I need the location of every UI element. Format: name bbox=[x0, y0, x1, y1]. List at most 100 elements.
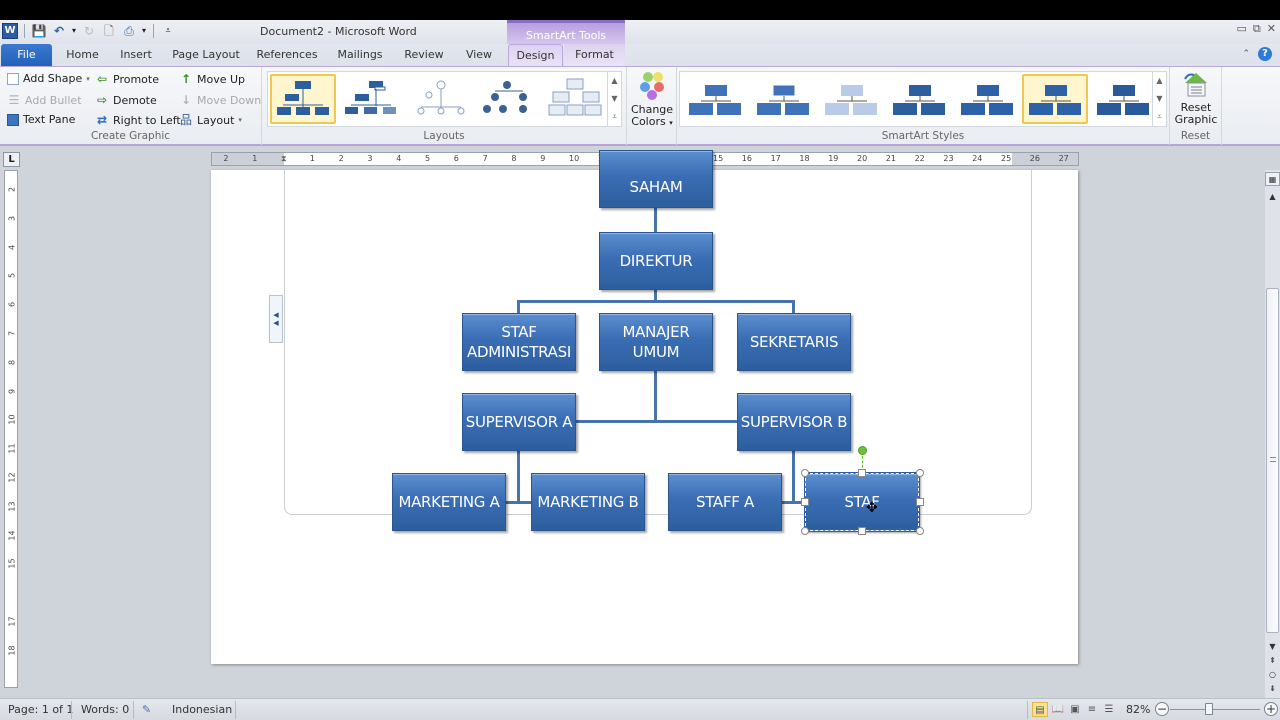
tab-file[interactable]: File bbox=[1, 44, 52, 66]
vertical-scrollbar[interactable]: ▦ ▲ ▼ ⇞ ○ ⇟ bbox=[1265, 170, 1280, 700]
zoom-in-button[interactable]: + bbox=[1264, 702, 1278, 716]
org-node-marketing-a[interactable]: MARKETING A bbox=[392, 473, 506, 531]
zoom-out-button[interactable]: − bbox=[1155, 702, 1169, 716]
smartart-style-5[interactable] bbox=[954, 74, 1020, 124]
reset-graphic-button[interactable]: Reset Graphic bbox=[1172, 71, 1220, 126]
resize-handle-w[interactable] bbox=[801, 498, 809, 506]
scrollbar-thumb[interactable] bbox=[1266, 288, 1279, 633]
resize-handle-n[interactable] bbox=[858, 469, 866, 477]
vertical-ruler[interactable]: 2 3 4 5 6 7 8 9 10 11 12 13 14 15 17 18 bbox=[4, 170, 18, 688]
org-node-supervisor-b[interactable]: SUPERVISOR B bbox=[737, 393, 851, 451]
org-node-top[interactable]: SAHAM bbox=[599, 150, 713, 208]
resize-handle-nw[interactable] bbox=[801, 469, 809, 477]
scroll-up-arrow-icon[interactable]: ▲ bbox=[1265, 190, 1280, 204]
move-down-button[interactable]: ↓ Move Down bbox=[179, 93, 261, 107]
gallery-more-icon[interactable]: ⩡ bbox=[1157, 112, 1162, 122]
tab-insert[interactable]: Insert bbox=[113, 44, 159, 66]
org-node-marketing-b[interactable]: MARKETING B bbox=[531, 473, 645, 531]
text-pane-toggle[interactable]: ◀ ◀ bbox=[269, 295, 283, 343]
resize-handle-s[interactable] bbox=[858, 527, 866, 535]
org-node-manajer-umum[interactable]: MANAJER UMUM bbox=[599, 313, 713, 371]
smartart-style-4[interactable] bbox=[886, 74, 952, 124]
browse-object-icon[interactable]: ○ bbox=[1265, 668, 1280, 682]
tab-page-layout[interactable]: Page Layout bbox=[170, 44, 242, 66]
smartart-style-1[interactable] bbox=[682, 74, 748, 124]
resize-handle-e[interactable] bbox=[916, 498, 924, 506]
change-colors-button[interactable]: Change Colors ▾ bbox=[630, 71, 674, 129]
layout-org-chart[interactable] bbox=[270, 74, 336, 124]
styles-gallery-scroll[interactable]: ▲ ▼ ⩡ bbox=[1152, 72, 1166, 126]
quick-print-icon[interactable]: ⎙ bbox=[121, 23, 137, 39]
text-pane-button[interactable]: Text Pane bbox=[7, 113, 75, 126]
layout-circle-picture-hierarchy[interactable] bbox=[406, 74, 472, 124]
indent-marker-icon[interactable]: ⧗ bbox=[281, 153, 287, 165]
smartart-style-2[interactable] bbox=[750, 74, 816, 124]
document-page[interactable]: ◀ ◀ SAHAM DIREKTUR STAF ADMINISTRASI MAN… bbox=[211, 150, 1078, 664]
outline-view-icon[interactable]: ≡ bbox=[1084, 702, 1100, 717]
close-icon[interactable]: ✕ bbox=[1267, 22, 1276, 36]
demote-button[interactable]: ⇨ Demote bbox=[95, 93, 157, 107]
zoom-slider-thumb[interactable] bbox=[1205, 703, 1213, 715]
add-bullet-button[interactable]: ☰ Add Bullet bbox=[7, 93, 82, 107]
word-logo-icon[interactable]: W bbox=[2, 23, 18, 39]
help-icon[interactable]: ? bbox=[1258, 47, 1272, 61]
word-count[interactable]: Words: 0 bbox=[81, 703, 129, 716]
smartart-style-3[interactable] bbox=[818, 74, 884, 124]
org-node-staf-administrasi[interactable]: STAF ADMINISTRASI bbox=[462, 313, 576, 371]
restore-icon[interactable]: ⧉ bbox=[1253, 22, 1261, 36]
save-icon[interactable]: 💾 bbox=[31, 23, 47, 39]
next-page-icon[interactable]: ⇟ bbox=[1265, 682, 1280, 696]
scroll-up-icon[interactable]: ▲ bbox=[1156, 76, 1162, 85]
tab-design[interactable]: Design bbox=[508, 44, 563, 67]
minimize-icon[interactable]: ▭ bbox=[1237, 22, 1247, 36]
new-document-icon[interactable]: 🗋 bbox=[101, 23, 117, 39]
smartart-style-7[interactable] bbox=[1090, 74, 1156, 124]
proofing-icon[interactable]: ✎ bbox=[142, 703, 151, 716]
minimize-ribbon-icon[interactable]: ⌃ bbox=[1242, 49, 1250, 59]
scroll-down-arrow-icon[interactable]: ▼ bbox=[1265, 640, 1280, 654]
promote-button[interactable]: ⇦ Promote bbox=[95, 72, 159, 86]
org-node-sekretaris[interactable]: SEKRETARIS bbox=[737, 313, 851, 371]
gallery-more-icon[interactable]: ⩡ bbox=[612, 112, 617, 122]
org-node-staf-selected[interactable]: STAF bbox=[804, 472, 920, 532]
rotate-handle[interactable] bbox=[858, 446, 867, 455]
qat-dropdown-icon[interactable]: ▾ bbox=[141, 23, 147, 39]
layouts-gallery-scroll[interactable]: ▲ ▼ ⩡ bbox=[607, 72, 621, 126]
layout-name-title-org-chart[interactable] bbox=[338, 74, 404, 124]
view-ruler-toggle-icon[interactable]: ▦ bbox=[1265, 172, 1280, 186]
layout-table-hierarchy[interactable] bbox=[542, 74, 608, 124]
tab-format[interactable]: Format bbox=[564, 44, 625, 66]
resize-handle-se[interactable] bbox=[916, 527, 924, 535]
smartart-style-6[interactable] bbox=[1022, 74, 1088, 124]
org-node-direktur[interactable]: DIREKTUR bbox=[599, 232, 713, 290]
tab-review[interactable]: Review bbox=[400, 44, 448, 66]
redo-icon[interactable]: ↻ bbox=[81, 23, 97, 39]
tab-selector[interactable]: L bbox=[3, 152, 20, 167]
layout-labeled-hierarchy[interactable] bbox=[474, 74, 540, 124]
customize-qat-icon[interactable]: ⩡ bbox=[160, 23, 176, 39]
resize-handle-ne[interactable] bbox=[916, 469, 924, 477]
print-layout-view-icon[interactable]: ▤ bbox=[1032, 702, 1048, 717]
org-node-staff-a[interactable]: STAFF A bbox=[668, 473, 782, 531]
move-up-button[interactable]: ↑ Move Up bbox=[179, 72, 245, 86]
org-node-supervisor-a[interactable]: SUPERVISOR A bbox=[462, 393, 576, 451]
zoom-level[interactable]: 82% bbox=[1126, 703, 1150, 716]
zoom-slider-track[interactable] bbox=[1170, 709, 1260, 710]
language[interactable]: Indonesian bbox=[172, 703, 232, 716]
tab-home[interactable]: Home bbox=[60, 44, 105, 66]
previous-page-icon[interactable]: ⇞ bbox=[1265, 654, 1280, 668]
web-layout-icon[interactable]: ▣ bbox=[1067, 702, 1083, 717]
page-count[interactable]: Page: 1 of 1 bbox=[8, 703, 73, 716]
add-shape-button[interactable]: Add Shape ▾ bbox=[7, 72, 90, 85]
scroll-up-icon[interactable]: ▲ bbox=[611, 76, 617, 85]
undo-icon[interactable]: ↶ bbox=[51, 23, 67, 39]
scroll-down-icon[interactable]: ▼ bbox=[1156, 94, 1162, 103]
tab-view[interactable]: View bbox=[458, 44, 500, 66]
right-to-left-button[interactable]: ⇄ Right to Left bbox=[95, 113, 181, 127]
full-screen-reading-icon[interactable]: 📖 bbox=[1050, 702, 1066, 717]
scroll-down-icon[interactable]: ▼ bbox=[611, 94, 617, 103]
tab-mailings[interactable]: Mailings bbox=[332, 44, 388, 66]
tab-references[interactable]: References bbox=[254, 44, 320, 66]
draft-view-icon[interactable]: ☰ bbox=[1101, 702, 1117, 717]
layout-button[interactable]: 品 Layout ▾ bbox=[179, 113, 242, 127]
